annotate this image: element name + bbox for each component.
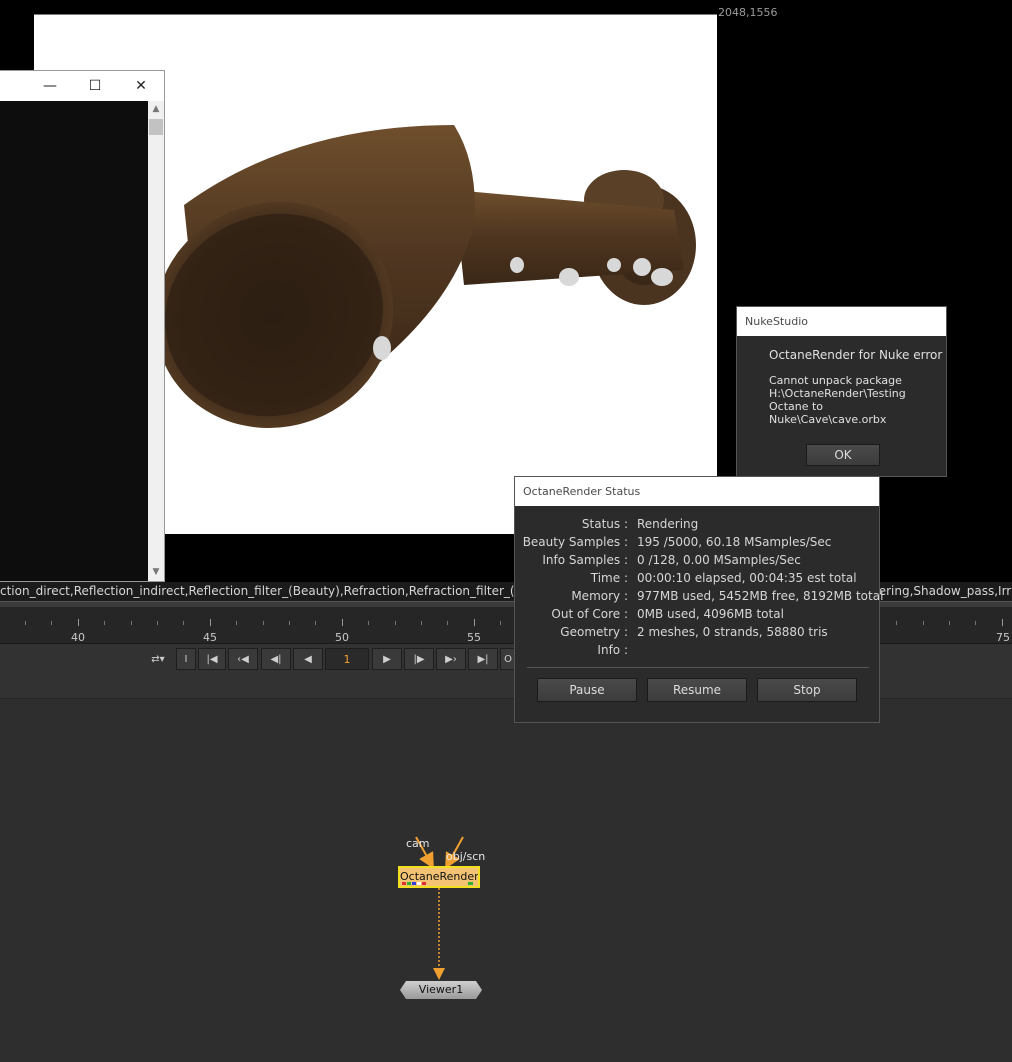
scroll-down-icon[interactable]: ▼: [148, 564, 164, 580]
status-value: 0MB used, 4096MB total: [637, 607, 784, 621]
resume-button[interactable]: Resume: [647, 678, 747, 702]
timeline-tick: [949, 621, 950, 625]
status-value: 2 meshes, 0 strands, 58880 tris: [637, 625, 828, 639]
scroll-up-icon[interactable]: ▲: [148, 101, 164, 117]
previous-keyframe-icon[interactable]: ◀|: [261, 648, 291, 670]
octane-render-node[interactable]: OctaneRender1: [398, 866, 480, 888]
timeline-tick: [1001, 619, 1003, 626]
status-row: Beauty Samples : 195 /5000, 60.18 MSampl…: [515, 535, 879, 553]
side-window: — ☐ ✕ ▲ ▼: [0, 70, 165, 582]
skip-forward-icon[interactable]: ▶›: [436, 648, 466, 670]
render-status-dialog: OctaneRender Status Status : Rendering B…: [514, 476, 883, 723]
status-row: Info :: [515, 643, 879, 661]
last-frame-icon[interactable]: ▶|: [468, 648, 498, 670]
loop-mode-icon[interactable]: ⇄▾: [145, 648, 171, 670]
vertical-scrollbar[interactable]: ▲ ▼: [148, 101, 164, 581]
timeline-tick: [315, 621, 317, 625]
status-value: 195 /5000, 60.18 MSamples/Sec: [637, 535, 832, 549]
minimize-icon[interactable]: —: [30, 71, 70, 101]
error-heading: OctaneRender for Nuke error: [769, 348, 943, 362]
in-point-button[interactable]: I: [176, 648, 196, 670]
timeline-tick: [289, 621, 290, 625]
window-titlebar: — ☐ ✕: [0, 71, 164, 101]
timeline-tick: [183, 621, 185, 625]
next-keyframe-icon[interactable]: |▶: [404, 648, 434, 670]
error-dialog: NukeStudio OctaneRender for Nuke error C…: [736, 306, 947, 477]
timeline-tick: [922, 621, 924, 625]
channel-list-text: ction_direct,Reflection_indirect,Reflect…: [0, 584, 546, 598]
status-key: Out of Core :: [551, 607, 628, 621]
status-key: Time :: [590, 571, 628, 585]
close-icon[interactable]: ✕: [121, 71, 161, 101]
current-frame-field[interactable]: 1: [325, 648, 369, 670]
skip-back-icon[interactable]: ‹◀: [228, 648, 258, 670]
maximize-icon[interactable]: ☐: [75, 71, 115, 101]
timeline-tick: [394, 621, 396, 625]
error-message: Cannot unpack package H:\OctaneRender\Te…: [769, 374, 906, 426]
timeline-tick: [473, 619, 475, 626]
dialog-title: OctaneRender Status: [515, 477, 879, 506]
node-graph[interactable]: cam obj/scn OctaneRender1 Viewer1: [0, 674, 1012, 1062]
status-key: Info Samples :: [542, 553, 628, 567]
channel-list-text-right: tering,Shadow_pass,Irr: [874, 584, 1012, 598]
timeline-tick: [421, 621, 422, 625]
status-row: Time : 00:00:10 elapsed, 00:04:35 est to…: [515, 571, 879, 589]
timeline-tick: [500, 621, 502, 625]
node-input-cam: cam: [406, 837, 430, 850]
pause-button[interactable]: Pause: [537, 678, 637, 702]
timeline-tick: [447, 621, 449, 625]
timeline-tick: [896, 621, 898, 625]
node-connections: [415, 836, 464, 980]
status-value: 0 /128, 0.00 MSamples/Sec: [637, 553, 801, 567]
play-backward-icon[interactable]: ◀: [293, 648, 323, 670]
status-value: Rendering: [637, 517, 699, 531]
status-key: Beauty Samples :: [522, 535, 628, 549]
timeline-tick: [130, 621, 132, 625]
timeline-tick: [209, 619, 211, 626]
scroll-thumb[interactable]: [149, 119, 163, 135]
status-row: Out of Core : 0MB used, 4096MB total: [515, 607, 879, 625]
window-content: [0, 101, 148, 581]
timeline-tick: [104, 621, 106, 625]
timeline-tick: [25, 621, 26, 625]
channel-strip-icon: [402, 882, 473, 885]
first-frame-icon[interactable]: |◀: [198, 648, 226, 670]
status-row: Memory : 977MB used, 5452MB free, 8192MB…: [515, 589, 883, 607]
timeline-tick: [157, 621, 158, 625]
status-row: Geometry : 2 meshes, 0 strands, 58880 tr…: [515, 625, 879, 643]
status-key: Memory :: [571, 589, 628, 603]
status-row: Status : Rendering: [515, 517, 879, 535]
status-key: Status :: [581, 517, 628, 531]
timeline-tick: [236, 621, 238, 625]
timeline-tick: [975, 621, 977, 625]
format-label: 2048,1556: [718, 6, 778, 19]
node-input-obj: obj/scn: [446, 850, 486, 863]
status-row: Info Samples : 0 /128, 0.00 MSamples/Sec: [515, 553, 879, 571]
timeline-tick: [368, 621, 370, 625]
timeline-tick: [51, 621, 53, 625]
status-value: 00:00:10 elapsed, 00:04:35 est total: [637, 571, 857, 585]
stop-button[interactable]: Stop: [757, 678, 857, 702]
timeline-tick: [77, 619, 79, 626]
status-key: Info :: [597, 643, 628, 657]
dialog-title: NukeStudio: [737, 307, 946, 336]
ok-button[interactable]: OK: [806, 444, 880, 466]
divider: [527, 667, 869, 668]
viewer-node[interactable]: Viewer1: [400, 981, 482, 999]
play-forward-icon[interactable]: ▶: [372, 648, 402, 670]
status-value: 977MB used, 5452MB free, 8192MB total: [637, 589, 884, 603]
timeline-tick: [341, 619, 343, 626]
status-key: Geometry :: [560, 625, 628, 639]
timeline-tick: [262, 621, 264, 625]
